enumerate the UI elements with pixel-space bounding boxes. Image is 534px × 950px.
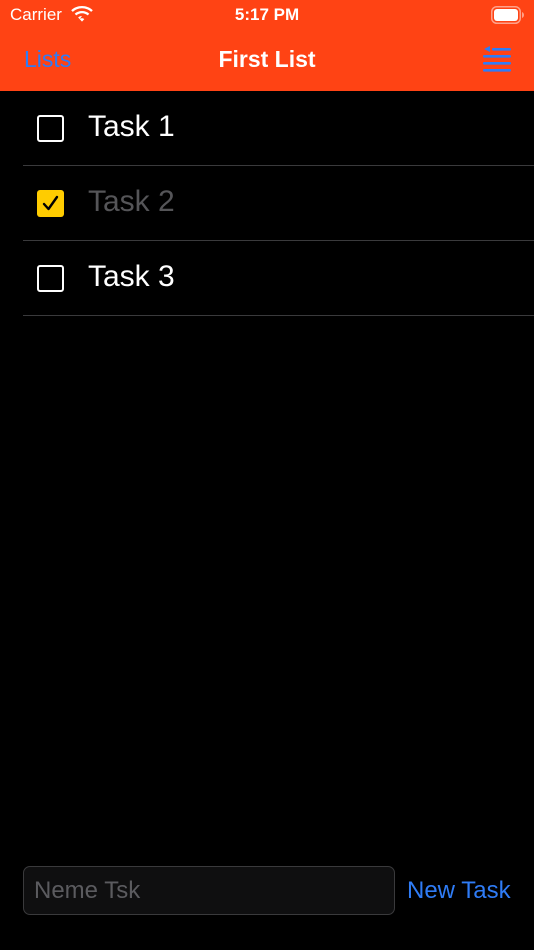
checkmark-icon [42,195,59,211]
task-checkbox[interactable] [37,115,64,142]
task-checkbox-checked[interactable] [37,190,64,217]
task-composer: New Task [0,866,534,916]
task-row[interactable]: Task 2 [23,166,534,241]
task-checkbox[interactable] [37,265,64,292]
task-row[interactable]: Task 1 [23,91,534,166]
sort-lines-icon[interactable] [480,46,512,74]
new-task-button[interactable]: New Task [407,877,511,905]
navigation-bar: Lists First List [0,30,534,91]
task-name-input[interactable] [23,866,395,915]
battery-icon [491,6,524,24]
status-bar: Carrier 5:17 PM [0,0,534,30]
task-label: Task 1 [88,110,175,143]
clock: 5:17 PM [234,5,300,24]
lists-back-button[interactable]: Lists [24,46,71,73]
task-label: Task 3 [88,260,175,293]
task-label: Task 2 [88,185,175,218]
task-list: Task 1 Task 2 Task 3 [23,91,534,316]
app-header: Carrier 5:17 PM Lists First List [0,0,534,91]
page-title: First List [218,46,316,72]
task-row[interactable]: Task 3 [23,241,534,316]
